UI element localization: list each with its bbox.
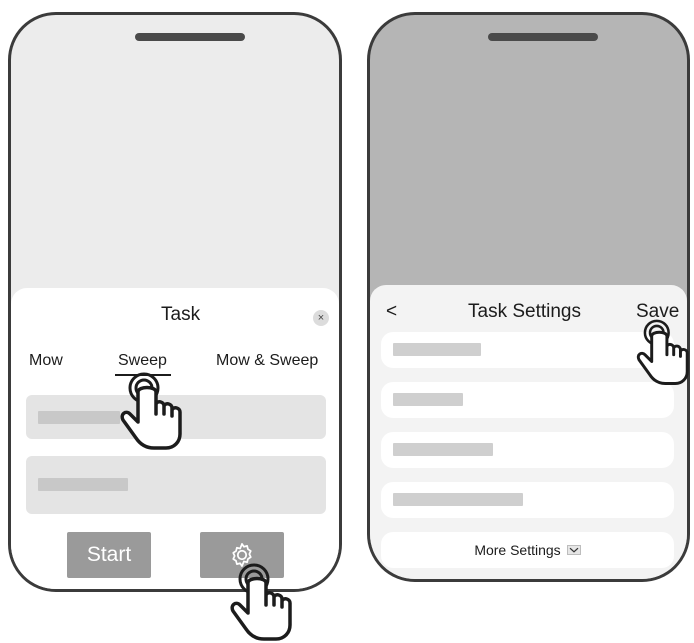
start-button[interactable]: Start (67, 532, 151, 578)
phone-left: Task × Mow Sweep Mow & Sweep Start (8, 12, 342, 592)
settings-row[interactable] (381, 432, 674, 468)
tab-sweep[interactable]: Sweep (118, 352, 167, 370)
more-settings-button[interactable]: More Settings (381, 532, 674, 568)
pointer-hand-icon (120, 372, 182, 450)
placeholder-bar (393, 493, 523, 506)
more-settings-label: More Settings (474, 542, 561, 558)
task-field-2[interactable] (26, 456, 326, 514)
placeholder-bar (393, 443, 493, 456)
tab-mow[interactable]: Mow (29, 352, 63, 370)
pointer-hand-icon (636, 319, 689, 385)
phone-right: < Task Settings Save More Settings (367, 12, 690, 582)
settings-row[interactable] (381, 482, 674, 518)
close-icon[interactable]: × (313, 310, 329, 326)
task-settings-title: Task Settings (468, 301, 581, 322)
task-title: Task (161, 304, 201, 325)
placeholder-bar (393, 393, 463, 406)
pointer-hand-icon (230, 563, 292, 641)
back-icon[interactable]: < (386, 301, 397, 323)
chevron-down-icon (566, 545, 581, 555)
phone-notch (135, 33, 245, 41)
placeholder-bar (38, 478, 128, 491)
placeholder-bar (393, 343, 481, 356)
phone-notch (488, 33, 598, 41)
placeholder-bar (38, 411, 120, 424)
tab-mow-and-sweep[interactable]: Mow & Sweep (216, 352, 318, 370)
